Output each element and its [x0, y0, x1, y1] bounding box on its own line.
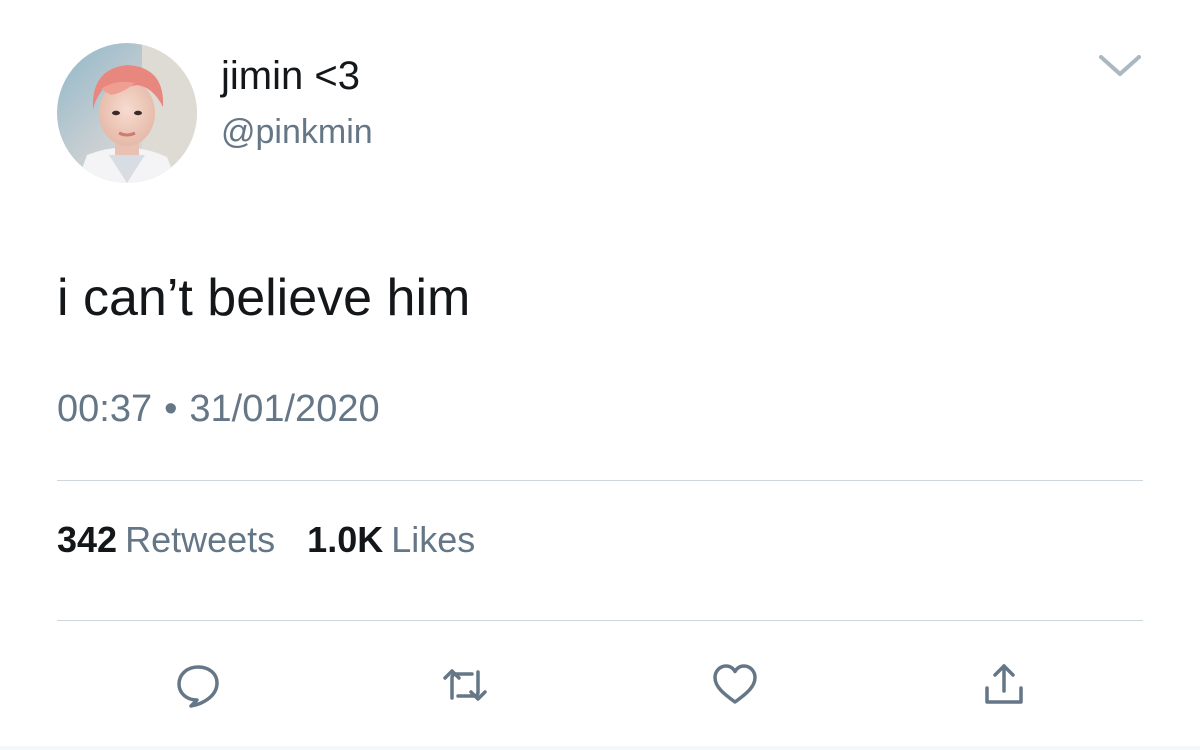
- likes-label: Likes: [391, 519, 476, 560]
- divider-bottom: [57, 620, 1143, 621]
- tweet-card: jimin <3 @pinkmin i can’t believe him 00…: [0, 0, 1200, 750]
- divider-top: [57, 480, 1143, 481]
- tweet-date[interactable]: 31/01/2020: [189, 388, 379, 430]
- tweet-stats: 342 Retweets 1.0K Likes: [57, 518, 475, 562]
- profile-photo-icon: [57, 43, 197, 183]
- bottom-edge: [0, 746, 1200, 750]
- like-button[interactable]: [710, 660, 760, 710]
- chevron-down-icon[interactable]: [1096, 50, 1144, 82]
- reply-button[interactable]: [173, 660, 223, 710]
- tweet-time[interactable]: 00:37: [57, 388, 152, 430]
- retweet-arrows-icon: [443, 669, 487, 701]
- meta-separator: •: [164, 388, 178, 430]
- retweets-stat[interactable]: 342 Retweets: [57, 518, 275, 562]
- tweet-timestamp: 00:37 • 31/01/2020: [57, 386, 380, 432]
- tweet-text: i can’t believe him: [57, 269, 471, 327]
- share-button[interactable]: [979, 660, 1029, 710]
- display-name[interactable]: jimin <3: [221, 52, 360, 100]
- avatar[interactable]: [57, 43, 197, 183]
- heart-icon: [713, 664, 757, 704]
- retweets-label: Retweets: [125, 519, 276, 560]
- speech-bubble-icon: [177, 665, 219, 708]
- likes-count: 1.0K: [307, 519, 384, 560]
- retweet-button[interactable]: [440, 660, 490, 710]
- retweets-count: 342: [57, 519, 118, 560]
- likes-stat[interactable]: 1.0K Likes: [307, 518, 475, 562]
- user-handle[interactable]: @pinkmin: [221, 111, 373, 153]
- upload-arrow-icon: [985, 664, 1023, 704]
